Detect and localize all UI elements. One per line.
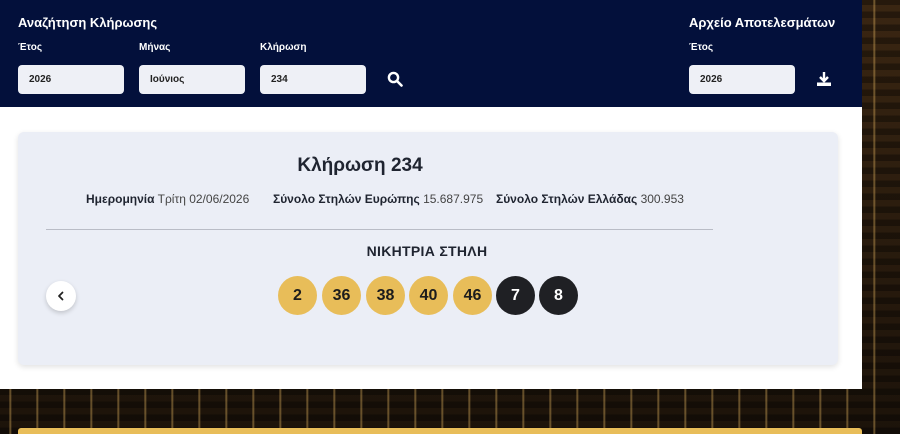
main-number-ball: 36 bbox=[322, 276, 361, 315]
draw-date: Ημερομηνία Τρίτη 02/06/2026 bbox=[86, 192, 249, 206]
month-label: Μήνας bbox=[139, 42, 171, 53]
next-section-edge bbox=[18, 428, 862, 434]
greece-value: 300.953 bbox=[640, 192, 684, 206]
divider bbox=[46, 229, 713, 230]
europe-columns: Σύνολο Στηλών Ευρώπης 15.687.975 bbox=[273, 192, 483, 206]
search-header: Αναζήτηση Κλήρωσης Έτος 2026 Μήνας Ιούνι… bbox=[0, 0, 862, 107]
europe-label: Σύνολο Στηλών Ευρώπης bbox=[273, 192, 420, 206]
main-number-ball: 38 bbox=[366, 276, 405, 315]
bonus-number-ball: 7 bbox=[496, 276, 535, 315]
month-field[interactable]: Ιούνιος bbox=[139, 65, 245, 94]
date-value: Τρίτη 02/06/2026 bbox=[157, 192, 250, 206]
search-title: Αναζήτηση Κλήρωσης bbox=[18, 15, 158, 30]
archive-title: Αρχείο Αποτελεσμάτων bbox=[689, 15, 836, 30]
greece-label: Σύνολο Στηλών Ελλάδας bbox=[496, 192, 638, 206]
europe-value: 15.687.975 bbox=[423, 192, 484, 206]
draw-field[interactable]: 234 bbox=[260, 65, 366, 94]
draw-label: Κλήρωση bbox=[260, 42, 307, 53]
main-number-ball: 2 bbox=[278, 276, 317, 315]
archive-year-label: Έτος bbox=[689, 42, 714, 53]
greece-columns: Σύνολο Στηλών Ελλάδας 300.953 bbox=[496, 192, 684, 206]
chevron-left-icon bbox=[56, 291, 66, 301]
draw-title: Κλήρωση 234 bbox=[297, 155, 423, 176]
search-icon[interactable] bbox=[384, 68, 406, 90]
date-label: Ημερομηνία bbox=[86, 192, 155, 206]
year-label: Έτος bbox=[18, 42, 43, 53]
year-field[interactable]: 2026 bbox=[18, 65, 124, 94]
archive-year-field[interactable]: 2026 bbox=[689, 65, 795, 94]
download-icon[interactable] bbox=[813, 68, 835, 90]
bonus-number-ball: 8 bbox=[539, 276, 578, 315]
main-number-ball: 40 bbox=[409, 276, 448, 315]
winning-column-title: ΝΙΚΗΤΡΙΑ ΣΤΗΛΗ bbox=[366, 243, 488, 259]
previous-draw-button[interactable] bbox=[46, 281, 76, 311]
main-number-ball: 46 bbox=[453, 276, 492, 315]
